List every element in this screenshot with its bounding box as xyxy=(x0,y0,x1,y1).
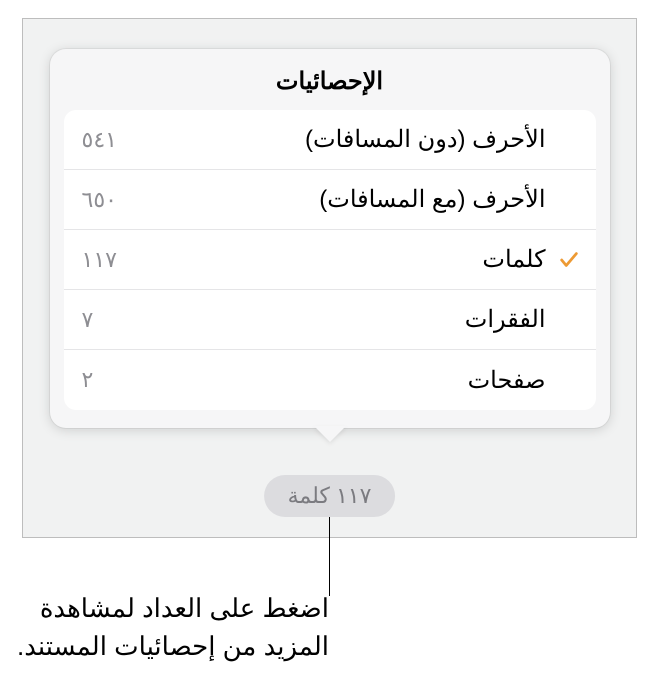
stat-row-words[interactable]: كلمات ١١٧ xyxy=(64,230,596,290)
stat-value: ٦٥٠ xyxy=(82,187,142,213)
stat-value: ٧ xyxy=(82,307,142,333)
statistics-list: الأحرف (دون المسافات) ٥٤١ الأحرف (مع الم… xyxy=(64,110,596,410)
stat-value: ٢ xyxy=(82,367,142,393)
checkmark-icon xyxy=(558,249,580,271)
stat-value: ١١٧ xyxy=(82,247,142,273)
counter-label: ١١٧ كلمة xyxy=(288,483,372,509)
statistics-popover: الإحصائيات الأحرف (دون المسافات) ٥٤١ الأ… xyxy=(50,49,610,428)
stat-label: الفقرات xyxy=(142,305,546,334)
stat-label: كلمات xyxy=(142,245,546,274)
stat-row-chars-no-spaces[interactable]: الأحرف (دون المسافات) ٥٤١ xyxy=(64,110,596,170)
stat-row-pages[interactable]: صفحات ٢ xyxy=(64,350,596,410)
stat-label: الأحرف (مع المسافات) xyxy=(142,185,546,214)
stat-row-paragraphs[interactable]: الفقرات ٧ xyxy=(64,290,596,350)
callout-line2: المزيد من إحصائيات المستند. xyxy=(17,631,329,661)
callout-text: اضغط على العداد لمشاهدة المزيد من إحصائي… xyxy=(17,590,329,665)
stat-label: الأحرف (دون المسافات) xyxy=(142,125,546,154)
stat-label: صفحات xyxy=(142,366,546,395)
app-frame: الإحصائيات الأحرف (دون المسافات) ٥٤١ الأ… xyxy=(22,18,637,538)
word-count-pill[interactable]: ١١٧ كلمة xyxy=(264,475,396,517)
popover-tail xyxy=(314,426,346,442)
callout-line1: اضغط على العداد لمشاهدة xyxy=(40,593,329,623)
stat-row-chars-with-spaces[interactable]: الأحرف (مع المسافات) ٦٥٠ xyxy=(64,170,596,230)
stat-value: ٥٤١ xyxy=(82,127,142,153)
popover-title: الإحصائيات xyxy=(50,49,610,110)
